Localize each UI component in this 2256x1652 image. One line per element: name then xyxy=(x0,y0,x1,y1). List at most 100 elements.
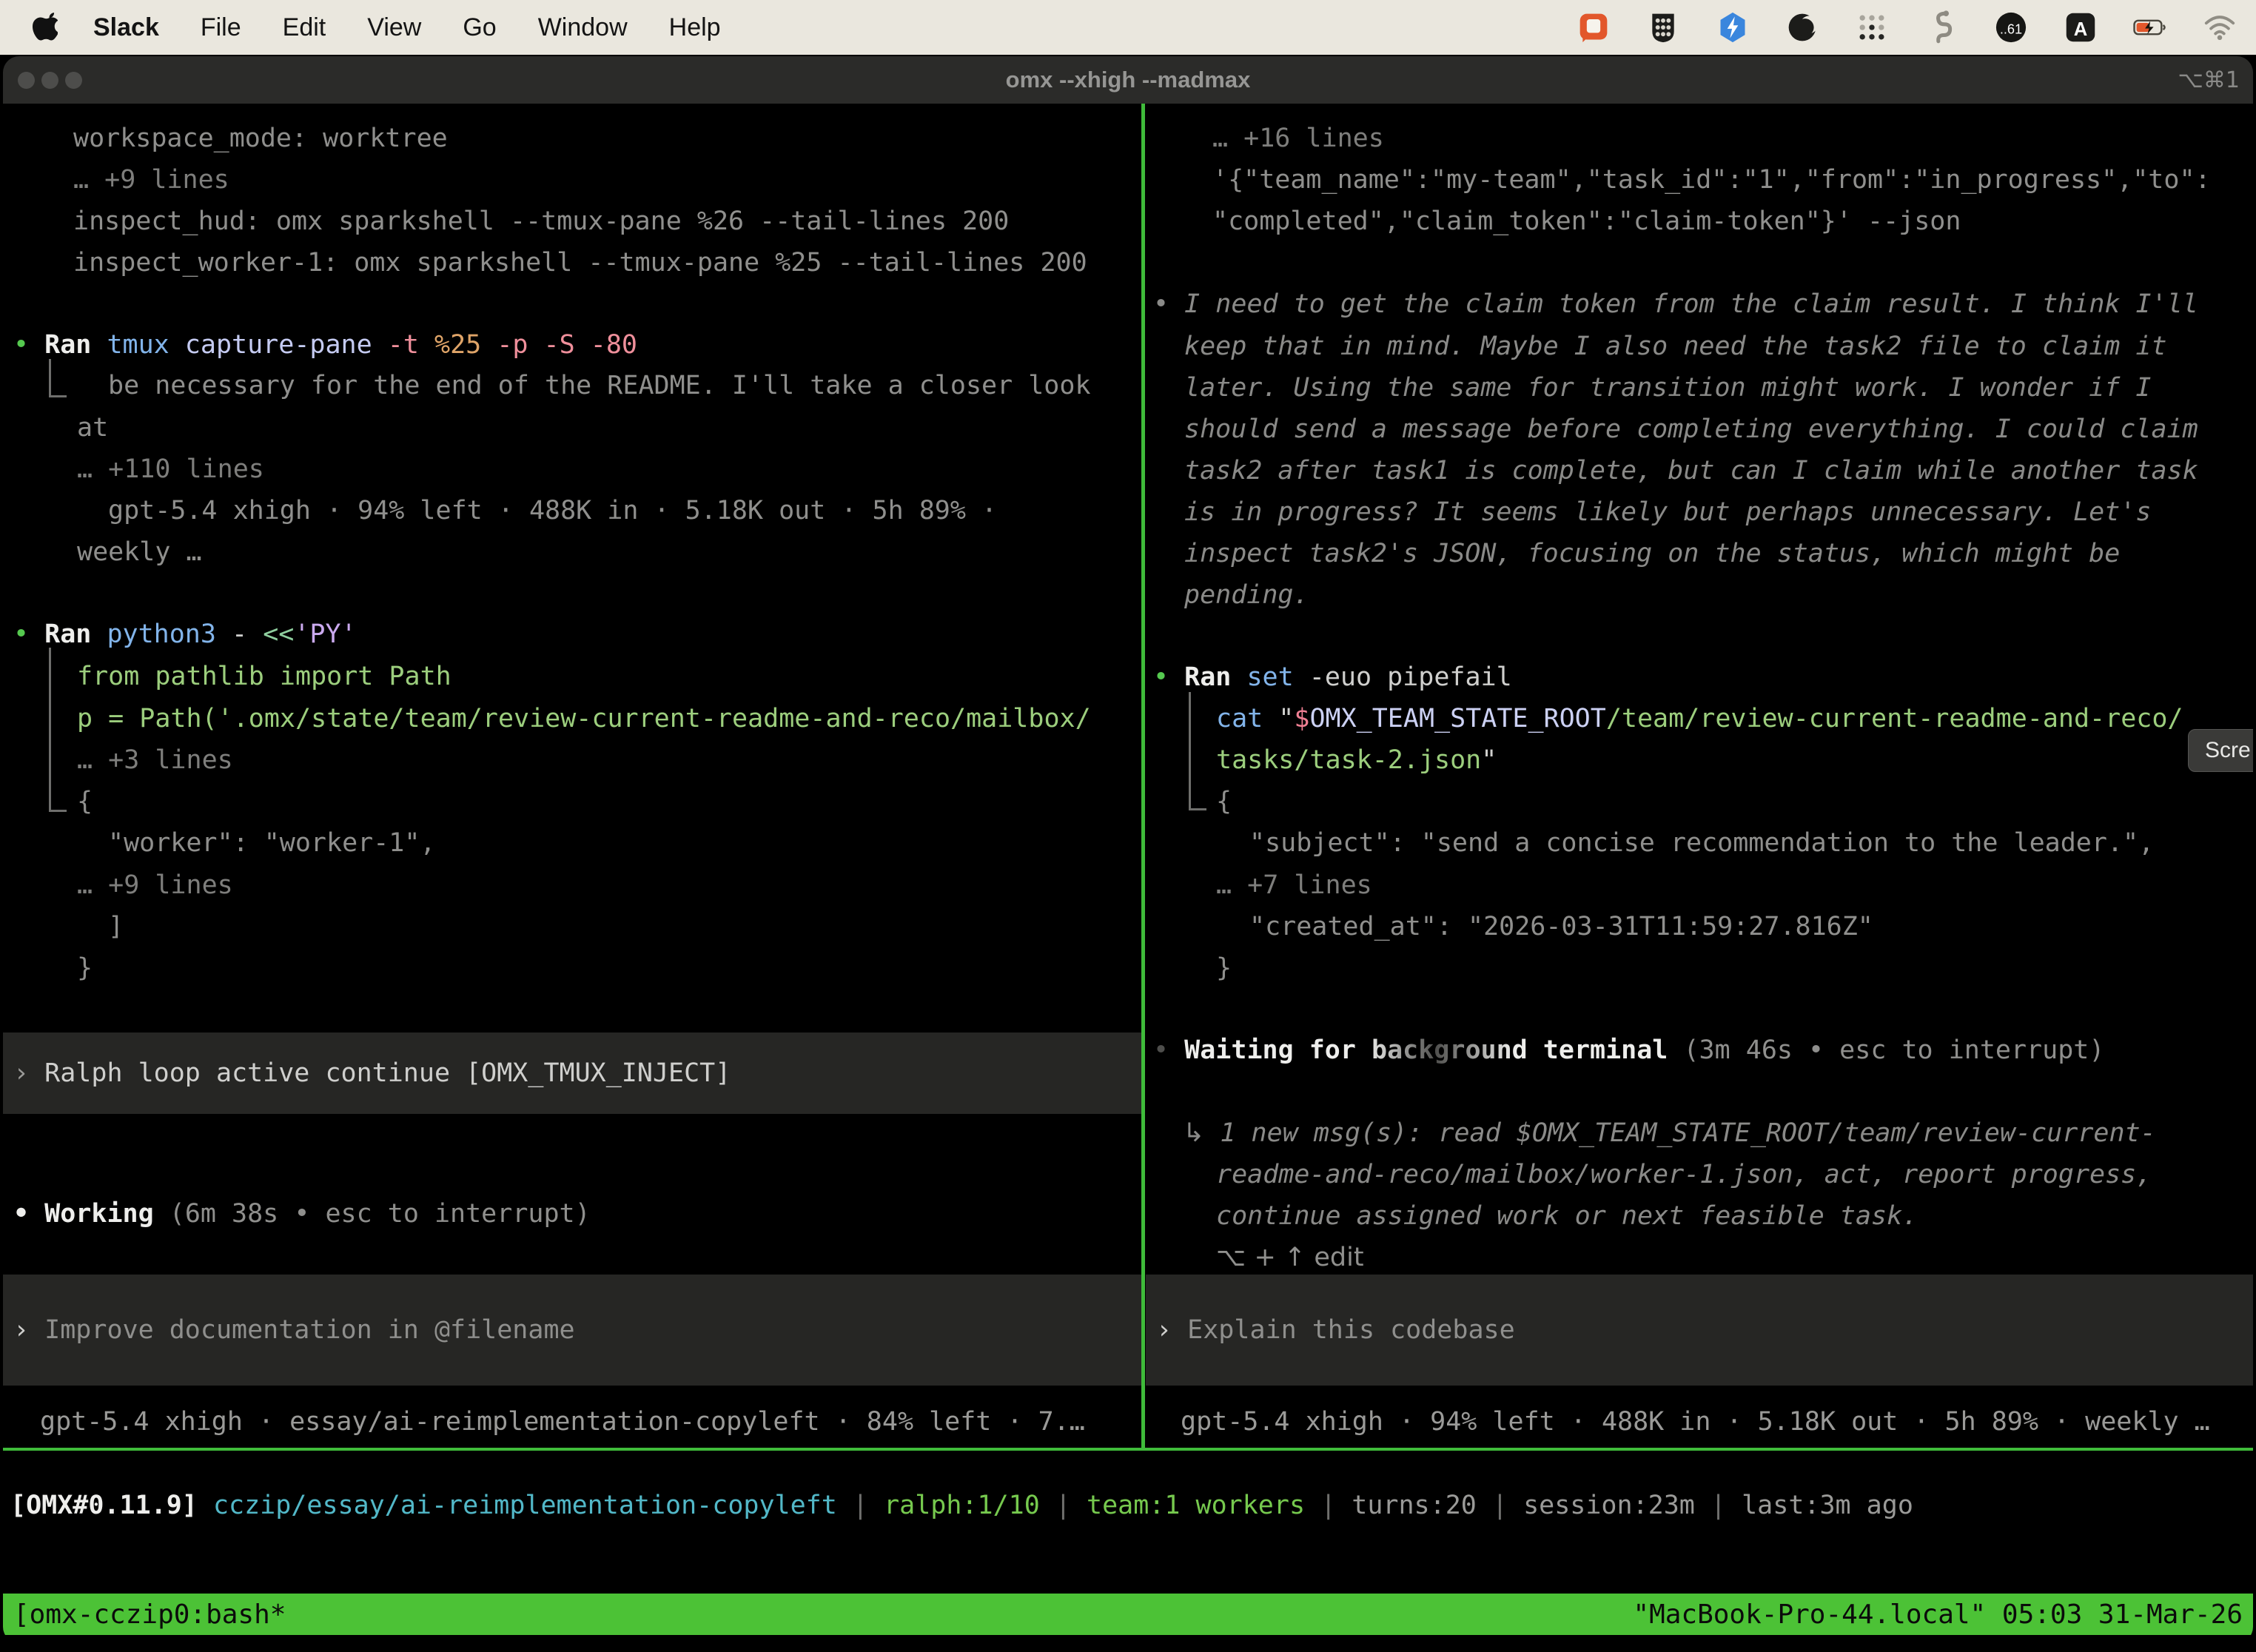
omx-version: [OMX#0.11.9] xyxy=(10,1491,198,1520)
thinking-line: • I need to get the claim token from the… xyxy=(1153,289,2198,320)
thinking-line: keep that in mind. Maybe I also need the… xyxy=(1184,331,2167,362)
mailbox-message-line: ↳ 1 new msg(s): read $OMX_TEAM_STATE_ROO… xyxy=(1183,1118,2156,1149)
terminal-line: inspect_hud: omx sparkshell --tmux-pane … xyxy=(73,206,1009,237)
pie-circle-icon[interactable] xyxy=(1785,10,1819,44)
menu-item-slack[interactable]: Slack xyxy=(93,13,159,42)
terminal-line: workspace_mode: worktree xyxy=(73,123,448,154)
model-status-line: gpt-5.4 xhigh · 94% left · 488K in · 5.1… xyxy=(1181,1406,2210,1437)
input-source-icon[interactable]: A xyxy=(2064,10,2098,44)
json-output-line: { xyxy=(1216,786,1232,817)
model-status-line: gpt-5.4 xhigh · essay/ai-reimplementatio… xyxy=(40,1406,1085,1437)
pane-right[interactable]: … +16 lines '{"team_name":"my-team","tas… xyxy=(1146,104,2253,1448)
working-status: • Working (6m 38s • esc to interrupt) xyxy=(13,1198,591,1229)
terminal-line: '{"team_name":"my-team","task_id":"1","f… xyxy=(1212,164,2211,195)
thinking-line: pending. xyxy=(1184,580,1309,611)
menu-item-help[interactable]: Help xyxy=(669,13,721,42)
cat-command-line: cat "$OMX_TEAM_STATE_ROOT/team/review-cu… xyxy=(1216,703,2183,734)
command-output-line: weekly … xyxy=(77,537,202,568)
prompt-input-right[interactable]: › Explain this codebase xyxy=(1146,1275,2253,1386)
terminal-line: "completed","claim_token":"claim-token"}… xyxy=(1212,206,1961,237)
pane-divider[interactable] xyxy=(1141,104,1145,1451)
thinking-line: is in progress? It seems likely but perh… xyxy=(1184,497,2151,528)
ran-python-command: • Ran python3 - <<'PY' xyxy=(13,619,357,650)
menu-status-icons: ..61 A xyxy=(1577,10,2237,44)
menu-item-edit[interactable]: Edit xyxy=(283,13,326,42)
collapsed-lines-indicator: … +9 lines xyxy=(73,164,229,195)
python-code-line: p = Path('.omx/state/team/review-current… xyxy=(77,703,1091,734)
window-title: omx --xhigh --madmax xyxy=(3,56,2253,104)
wifi-icon[interactable] xyxy=(2203,10,2237,44)
chevron-prompt-icon: › xyxy=(1156,1315,1172,1345)
record-icon[interactable] xyxy=(1577,10,1611,44)
run-bullet-icon: • xyxy=(13,620,29,649)
omx-session: session:23m xyxy=(1523,1491,1695,1520)
badge-61-icon[interactable]: ..61 xyxy=(1994,10,2028,44)
run-bullet-icon: • xyxy=(13,330,29,360)
omx-status-line: [OMX#0.11.9] cczip/essay/ai-reimplementa… xyxy=(10,1491,1913,1520)
screen-tooltip: Scre xyxy=(2188,729,2253,772)
hexagon-bolt-icon[interactable] xyxy=(1716,10,1750,44)
mailbox-message-line: readme-and-reco/mailbox/worker-1.json, a… xyxy=(1216,1159,2152,1190)
apple-menu-icon[interactable] xyxy=(31,13,58,42)
waiting-label: Waiting for background terminal xyxy=(1184,1035,1668,1065)
waiting-status: • Waiting for background terminal (3m 46… xyxy=(1153,1035,2104,1066)
omx-team: team:1 workers xyxy=(1087,1491,1305,1520)
dot-grid-icon[interactable] xyxy=(1855,10,1889,44)
ralph-loop-notice: › Ralph loop active continue [OMX_TMUX_I… xyxy=(3,1032,1141,1114)
pane-left[interactable]: workspace_mode: worktree … +9 lines insp… xyxy=(3,104,1141,1448)
ran-set-command: • Ran set -euo pipefail xyxy=(1153,662,1512,693)
terminal-window: omx --xhigh --madmax ⌥⌘1 workspace_mode:… xyxy=(3,56,2253,1643)
prompt-input-left[interactable]: › Improve documentation in @filename xyxy=(3,1275,1141,1386)
chevron-prompt-icon: › xyxy=(13,1315,29,1345)
collapsed-lines-indicator: … +110 lines xyxy=(77,454,264,485)
output-corner-line xyxy=(49,359,67,397)
thinking-line: should send a message before completing … xyxy=(1184,414,2198,445)
input-placeholder[interactable]: Improve documentation in @filename xyxy=(44,1315,574,1345)
json-output-line: { xyxy=(77,786,93,817)
window-titlebar: omx --xhigh --madmax ⌥⌘1 xyxy=(3,56,2253,104)
tmux-session-name: [omx-cczip0:bash* xyxy=(13,1599,286,1630)
terminal-line: inspect_worker-1: omx sparkshell --tmux-… xyxy=(73,247,1087,278)
keypad-shield-icon[interactable] xyxy=(1646,10,1680,44)
terminal-content: workspace_mode: worktree … +9 lines insp… xyxy=(3,104,2253,1643)
edit-shortcut-hint: ⌥ + ↑ edit xyxy=(1216,1242,1364,1273)
tmux-host-clock: "MacBook-Pro-44.local" 05:03 31-Mar-26 xyxy=(1633,1599,2243,1630)
omx-project: cczip/essay/ai-reimplementation-copyleft xyxy=(213,1491,837,1520)
menu-bar: Slack File Edit View Go Window Help ..61… xyxy=(0,0,2256,55)
json-output-line: ] xyxy=(108,911,124,942)
ran-tmux-command: • Ran tmux capture-pane -t %25 -p -S -80 xyxy=(13,329,637,360)
chevron-prompt-icon: › xyxy=(13,1058,29,1088)
json-output-line: } xyxy=(77,953,93,984)
thinking-line: task2 after task1 is complete, but can I… xyxy=(1184,455,2198,486)
collapsed-lines-indicator: … +16 lines xyxy=(1212,123,1384,154)
menu-item-view[interactable]: View xyxy=(367,13,421,42)
thinking-bullet-icon: • xyxy=(1153,289,1169,319)
tmux-status-bar: [omx-cczip0:bash* "MacBook-Pro-44.local"… xyxy=(3,1594,2253,1635)
mailbox-message-line: continue assigned work or next feasible … xyxy=(1216,1201,1918,1232)
menu-item-file[interactable]: File xyxy=(201,13,241,42)
badge-61-text: ..61 xyxy=(2000,22,2022,37)
ralph-loop-text: Ralph loop active continue [OMX_TMUX_INJ… xyxy=(44,1058,731,1088)
battery-icon[interactable] xyxy=(2133,10,2167,44)
menu-item-window[interactable]: Window xyxy=(538,13,628,42)
svg-text:A: A xyxy=(2074,19,2088,40)
collapsed-lines-indicator: … +3 lines xyxy=(77,745,233,776)
json-output-line: } xyxy=(1216,953,1232,984)
omx-last: last:3m ago xyxy=(1742,1491,1913,1520)
thinking-line: inspect task2's JSON, focusing on the st… xyxy=(1184,538,2120,569)
json-output-line: "subject": "send a concise recommendatio… xyxy=(1249,827,2154,859)
working-bullet-icon: • xyxy=(13,1199,29,1229)
json-output-line: "created_at": "2026-03-31T11:59:27.816Z" xyxy=(1249,911,1873,942)
menu-item-go[interactable]: Go xyxy=(463,13,496,42)
output-corner-line xyxy=(49,648,67,812)
input-placeholder[interactable]: Explain this codebase xyxy=(1187,1315,1515,1345)
thinking-line: later. Using the same for transition mig… xyxy=(1184,372,2151,403)
command-output-line: gpt-5.4 xhigh · 94% left · 488K in · 5.1… xyxy=(108,495,997,526)
python-code-line: from pathlib import Path xyxy=(77,661,451,692)
squiggle-icon[interactable] xyxy=(1924,10,1958,44)
window-shortcut: ⌥⌘1 xyxy=(2178,56,2240,104)
omx-turns: turns:20 xyxy=(1352,1491,1477,1520)
cat-command-line: tasks/task-2.json" xyxy=(1216,745,1497,776)
return-arrow-icon: ↳ xyxy=(1183,1118,1204,1148)
collapsed-lines-indicator: … +9 lines xyxy=(77,870,233,901)
